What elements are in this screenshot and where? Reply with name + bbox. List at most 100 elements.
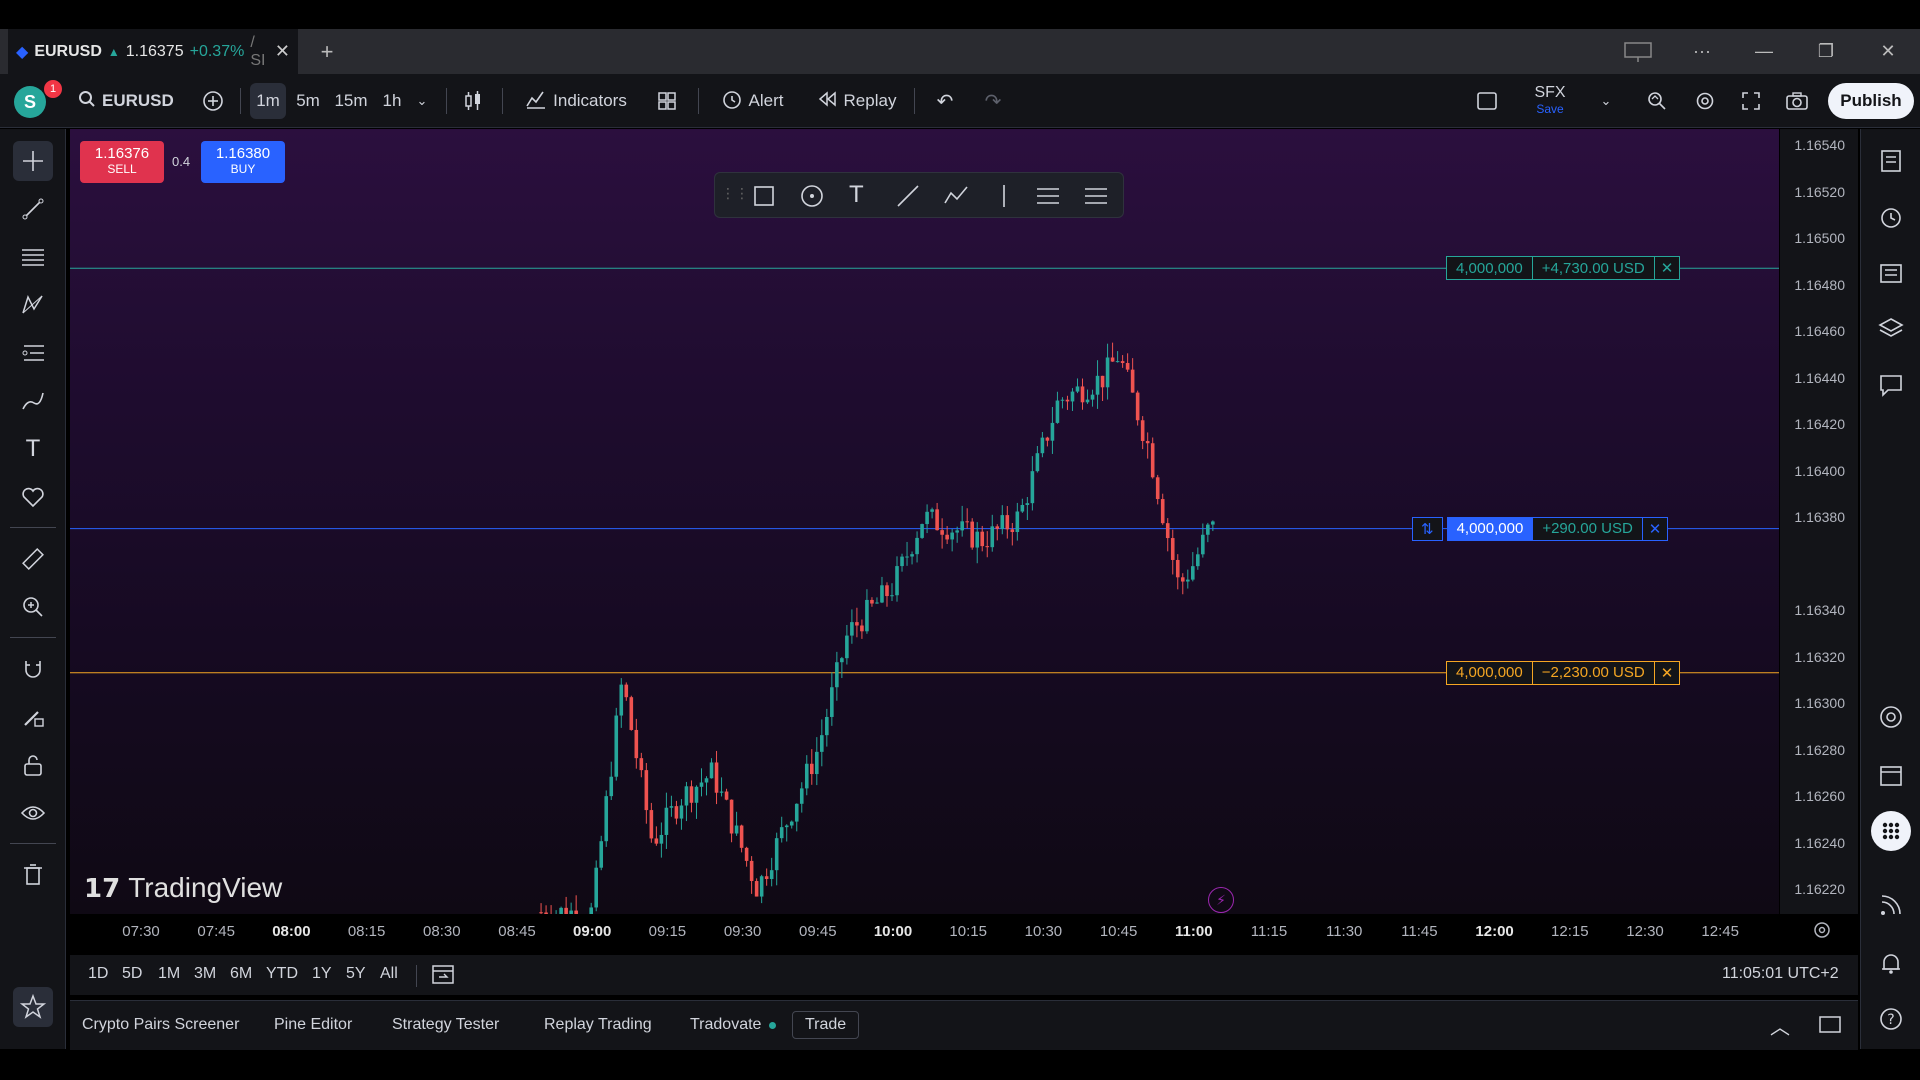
range-all[interactable]: All (380, 965, 398, 983)
clock-timezone[interactable]: 11:05:01 UTC+2 (1722, 965, 1839, 983)
drag-handle-icon[interactable]: ⋮⋮ (721, 185, 749, 211)
text-tool-icon[interactable]: T (13, 429, 53, 469)
minimize-icon[interactable]: — (1734, 29, 1794, 74)
magnet-icon[interactable] (13, 649, 53, 689)
layout-grid-icon[interactable] (650, 83, 684, 119)
layout-name-button[interactable]: SFX Save (1532, 84, 1568, 116)
heart-icon[interactable] (13, 477, 53, 517)
text-icon[interactable]: T (849, 181, 875, 208)
apps-grid-icon[interactable] (1871, 811, 1911, 851)
pattern-icon[interactable] (13, 285, 53, 325)
avatar[interactable]: S (14, 86, 46, 118)
vertical-line-icon[interactable] (991, 183, 1017, 209)
long-position-icon[interactable] (1035, 183, 1061, 209)
sell-button[interactable]: 1.16376 SELL (80, 141, 164, 183)
range-5d[interactable]: 5D (122, 965, 142, 983)
zoom-in-icon[interactable] (13, 587, 53, 627)
calendar-icon[interactable] (1871, 755, 1911, 795)
drawing-toolbar: T (0, 129, 66, 1049)
help-icon[interactable]: ? (1871, 999, 1911, 1039)
camera-snapshot-icon[interactable] (1780, 83, 1814, 119)
goto-date-icon[interactable] (430, 961, 456, 992)
favorites-star-icon[interactable] (13, 987, 53, 1027)
lock-icon[interactable] (13, 745, 53, 785)
crosshair-icon[interactable] (13, 141, 53, 181)
scale-settings-icon[interactable] (1810, 918, 1834, 942)
forecast-icon[interactable] (13, 333, 53, 373)
range-1m[interactable]: 1M (158, 965, 180, 983)
notifications-bell-icon[interactable] (1871, 943, 1911, 983)
interval-15m[interactable]: 15m (330, 83, 372, 119)
interval-5m[interactable]: 5m (290, 83, 326, 119)
brush-icon[interactable] (13, 381, 53, 421)
tab-strategy-tester[interactable]: Strategy Tester (392, 1016, 499, 1034)
restore-icon[interactable]: ❐ (1796, 29, 1856, 74)
maximize-panel-icon[interactable] (1818, 1013, 1842, 1040)
layout-square-icon[interactable] (1470, 83, 1504, 119)
range-3m[interactable]: 3M (194, 965, 216, 983)
compare-symbol-icon[interactable] (196, 83, 230, 119)
replay-button[interactable]: Replay (812, 83, 902, 119)
alert-button[interactable]: Alert (712, 83, 792, 119)
range-5y[interactable]: 5Y (346, 965, 366, 983)
range-1y[interactable]: 1Y (312, 965, 332, 983)
fullscreen-icon[interactable] (1734, 83, 1768, 119)
candle-type-icon[interactable] (458, 83, 488, 119)
trend-line-icon[interactable] (13, 189, 53, 229)
publish-button[interactable]: Publish (1828, 83, 1914, 119)
rectangle-icon[interactable] (751, 183, 777, 209)
watchlist-icon[interactable] (1871, 141, 1911, 181)
floating-drawing-bar[interactable]: ⋮⋮ T (714, 172, 1124, 218)
lightning-event-icon[interactable]: ⚡ (1208, 887, 1234, 913)
path-icon[interactable] (943, 183, 969, 209)
order-box[interactable]: 4,000,000 −2,230.00 USD ✕ (1446, 660, 1681, 685)
quick-search-icon[interactable] (1640, 83, 1674, 119)
chat-icon[interactable] (1871, 365, 1911, 405)
interval-1h[interactable]: 1h (376, 83, 408, 119)
tab-replay-trading[interactable]: Replay Trading (544, 1016, 652, 1034)
interval-1m[interactable]: 1m (250, 83, 286, 119)
alerts-clock-icon[interactable] (1871, 197, 1911, 237)
news-icon[interactable] (1871, 253, 1911, 293)
fib-retracement-icon[interactable] (13, 237, 53, 277)
short-position-icon[interactable] (1083, 183, 1109, 209)
tab-pine-editor[interactable]: Pine Editor (274, 1016, 352, 1034)
target-icon[interactable] (1871, 697, 1911, 737)
ruler-icon[interactable] (13, 539, 53, 579)
pencil-lock-icon[interactable] (13, 697, 53, 737)
range-ytd[interactable]: YTD (266, 965, 298, 983)
reverse-position-icon[interactable]: ⇅ (1412, 516, 1443, 541)
tab-crypto-pairs-screener[interactable]: Crypto Pairs Screener (82, 1016, 239, 1034)
close-order-icon[interactable]: ✕ (1642, 516, 1669, 541)
tab-trade[interactable]: Trade (792, 1011, 860, 1039)
indicators-button[interactable]: Indicators (516, 83, 636, 119)
order-box[interactable]: ⇅ 4,000,000 +290.00 USD ✕ (1412, 516, 1669, 541)
circle-icon[interactable] (799, 183, 825, 209)
collapse-panel-icon[interactable]: ︿ (1770, 1011, 1790, 1040)
eye-icon[interactable] (13, 793, 53, 833)
layout-menu-chevron-icon[interactable]: ⌄ (1594, 83, 1618, 119)
range-1d[interactable]: 1D (88, 965, 108, 983)
close-order-icon[interactable]: ✕ (1654, 256, 1681, 281)
close-order-icon[interactable]: ✕ (1654, 660, 1681, 685)
chevron-down-icon[interactable]: ⌄ (410, 83, 434, 119)
candle (1135, 390, 1140, 426)
layers-icon[interactable] (1871, 309, 1911, 349)
close-tab-icon[interactable]: ✕ (275, 41, 290, 62)
trash-icon[interactable] (13, 855, 53, 895)
monitor-icon[interactable] (1608, 29, 1668, 74)
chart-tab[interactable]: ◆ EURUSD ▲ 1.16375 +0.37% / SI ✕ (8, 29, 298, 74)
broadcast-icon[interactable] (1871, 885, 1911, 925)
settings-gear-icon[interactable] (1688, 83, 1722, 119)
order-box[interactable]: 4,000,000 +4,730.00 USD ✕ (1446, 256, 1681, 281)
undo-icon[interactable]: ↶ (928, 83, 962, 119)
tab-tradovate[interactable]: Tradovate (690, 1016, 761, 1034)
line-icon[interactable] (895, 183, 921, 209)
new-tab-icon[interactable]: + (302, 29, 352, 74)
buy-button[interactable]: 1.16380 BUY (201, 141, 285, 183)
close-window-icon[interactable]: ✕ (1858, 29, 1918, 74)
symbol-search-button[interactable]: EURUSD (78, 83, 178, 119)
redo-icon[interactable]: ↷ (976, 83, 1010, 119)
range-6m[interactable]: 6M (230, 965, 252, 983)
more-icon[interactable]: ··· (1672, 29, 1732, 74)
